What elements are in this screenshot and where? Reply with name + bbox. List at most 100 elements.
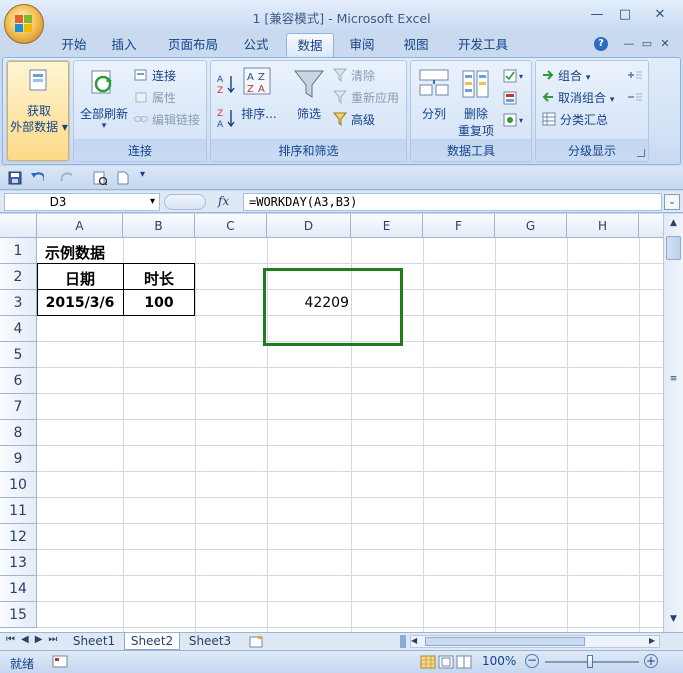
connections-button[interactable]: 连接 (134, 67, 176, 84)
text-to-columns-button[interactable]: 分列 (415, 65, 453, 137)
tab-page-layout[interactable]: 页面布局 (158, 33, 228, 58)
cell-B3[interactable]: 100 (123, 295, 195, 311)
horizontal-scroll-thumb[interactable] (425, 637, 585, 646)
tab-view[interactable]: 视图 (394, 33, 438, 58)
what-if-analysis-icon[interactable]: ▾ (503, 113, 527, 127)
remove-duplicates-button[interactable]: 删除 重复项 (455, 65, 497, 138)
tab-insert[interactable]: 插入 (102, 33, 146, 58)
data-validation-icon[interactable]: ▾ (503, 69, 527, 83)
tab-home[interactable]: 开始 (52, 33, 96, 58)
office-button[interactable] (4, 4, 44, 44)
sort-ascending-icon[interactable]: A Z (217, 73, 237, 95)
tab-review[interactable]: 审阅 (340, 33, 384, 58)
row-header-2[interactable]: 2 (0, 264, 37, 290)
get-external-data-button[interactable]: 获取 外部数据 ▾ (7, 61, 69, 161)
column-header-partial[interactable] (639, 214, 663, 238)
row-header-12[interactable]: 12 (0, 524, 37, 550)
customize-qat-icon[interactable]: ▾ (140, 169, 154, 183)
column-header-G[interactable]: G (495, 214, 567, 238)
row-header-15[interactable]: 15 (0, 602, 37, 628)
zoom-slider-thumb[interactable] (587, 655, 593, 668)
macro-record-icon[interactable] (52, 655, 68, 669)
row-header-9[interactable]: 9 (0, 446, 37, 472)
row-header-5[interactable]: 5 (0, 342, 37, 368)
subtotal-button[interactable]: 分类汇总 (542, 111, 608, 128)
undo-icon[interactable]: ▾ (30, 171, 44, 185)
cell-B2[interactable]: 时长 (123, 268, 195, 289)
formula-bar-splitter[interactable] (164, 194, 206, 210)
show-detail-icon[interactable] (626, 69, 644, 81)
group-button[interactable]: 组合 ▾ (542, 67, 590, 84)
close-button[interactable]: ✕ (649, 8, 671, 24)
tab-formulas[interactable]: 公式 (234, 33, 278, 58)
tab-developer[interactable]: 开发工具 (448, 33, 518, 58)
worksheet-grid[interactable]: A B C D E F G H 1 2 3 4 5 6 7 8 9 10 11 … (0, 214, 663, 632)
maximize-button[interactable]: □ (614, 8, 636, 24)
row-header-11[interactable]: 11 (0, 498, 37, 524)
scroll-down-icon[interactable]: ▼ (667, 614, 680, 627)
row-header-8[interactable]: 8 (0, 420, 37, 446)
clear-filter-button[interactable]: 清除 (333, 67, 375, 84)
sheet-navigation-icons[interactable]: ⏮◀▶⏭ (6, 634, 63, 645)
zoom-level[interactable]: 100% (482, 654, 516, 668)
sheet-tab-2[interactable]: Sheet2 (124, 633, 180, 650)
redo-icon[interactable]: ▾ (60, 171, 74, 185)
tab-data[interactable]: 数据 (286, 33, 334, 58)
print-preview-icon[interactable] (93, 171, 107, 185)
ungroup-button[interactable]: 取消组合 ▾ (542, 89, 614, 106)
cell-A2[interactable]: 日期 (37, 268, 123, 289)
row-header-13[interactable]: 13 (0, 550, 37, 576)
insert-sheet-icon[interactable] (248, 635, 266, 649)
refresh-all-button[interactable]: 全部刷新 ▾ (76, 65, 132, 137)
sheet-tab-1[interactable]: Sheet1 (68, 633, 120, 650)
workbook-close-button[interactable]: ✕ (654, 37, 676, 53)
cell-A3[interactable]: 2015/3/6 (37, 295, 123, 311)
formula-input[interactable]: =WORKDAY(A3,B3) (243, 193, 662, 211)
help-icon[interactable]: ? (594, 37, 608, 51)
column-header-F[interactable]: F (423, 214, 495, 238)
row-header-14[interactable]: 14 (0, 576, 37, 602)
expand-formula-bar-button[interactable]: ⌄ (664, 194, 680, 210)
minimize-button[interactable]: — (586, 8, 608, 24)
cell-A1[interactable]: 示例数据 (45, 242, 105, 263)
zoom-out-icon[interactable]: − (525, 654, 539, 668)
column-header-E[interactable]: E (351, 214, 423, 238)
column-header-B[interactable]: B (123, 214, 195, 238)
outline-dialog-launcher[interactable] (637, 149, 645, 157)
sheet-tab-3[interactable]: Sheet3 (184, 633, 236, 650)
vertical-scroll-thumb[interactable] (666, 236, 681, 260)
vertical-scrollbar[interactable]: ▲ ≡ ▼ (663, 214, 683, 632)
column-header-D[interactable]: D (267, 214, 351, 238)
new-document-icon[interactable] (116, 171, 130, 185)
row-header-1[interactable]: 1 (0, 238, 37, 264)
horizontal-scrollbar[interactable]: ◀ ▶ (410, 635, 660, 648)
scroll-left-icon[interactable]: ◀ (411, 636, 417, 645)
insert-function-icon[interactable]: fx (218, 194, 229, 208)
row-header-3[interactable]: 3 (0, 290, 37, 316)
scroll-right-icon[interactable]: ▶ (649, 636, 655, 645)
properties-button[interactable]: 属性 (134, 89, 176, 106)
name-box[interactable]: D3 ▾ (4, 193, 160, 211)
tab-split-handle[interactable] (400, 635, 406, 648)
zoom-in-icon[interactable]: + (644, 654, 658, 668)
sort-button[interactable]: A Z Z A 排序... (241, 65, 277, 137)
row-header-4[interactable]: 4 (0, 316, 37, 342)
name-box-dropdown-icon[interactable]: ▾ (150, 194, 155, 210)
save-icon[interactable] (8, 171, 22, 185)
consolidate-icon[interactable] (503, 91, 527, 105)
row-header-7[interactable]: 7 (0, 394, 37, 420)
advanced-filter-button[interactable]: 高级 (333, 111, 375, 128)
select-all-corner[interactable] (0, 214, 37, 238)
sort-descending-icon[interactable]: Z A (217, 107, 237, 129)
scroll-up-icon[interactable]: ▲ (667, 218, 680, 231)
column-header-A[interactable]: A (37, 214, 123, 238)
view-mode-icons[interactable] (420, 655, 476, 669)
hide-detail-icon[interactable] (626, 91, 644, 103)
row-header-6[interactable]: 6 (0, 368, 37, 394)
column-header-H[interactable]: H (567, 214, 639, 238)
reapply-button[interactable]: 重新应用 (333, 89, 399, 106)
filter-button[interactable]: 筛选 (289, 65, 329, 137)
edit-links-button[interactable]: 编辑链接 (134, 111, 200, 128)
row-header-10[interactable]: 10 (0, 472, 37, 498)
column-header-C[interactable]: C (195, 214, 267, 238)
